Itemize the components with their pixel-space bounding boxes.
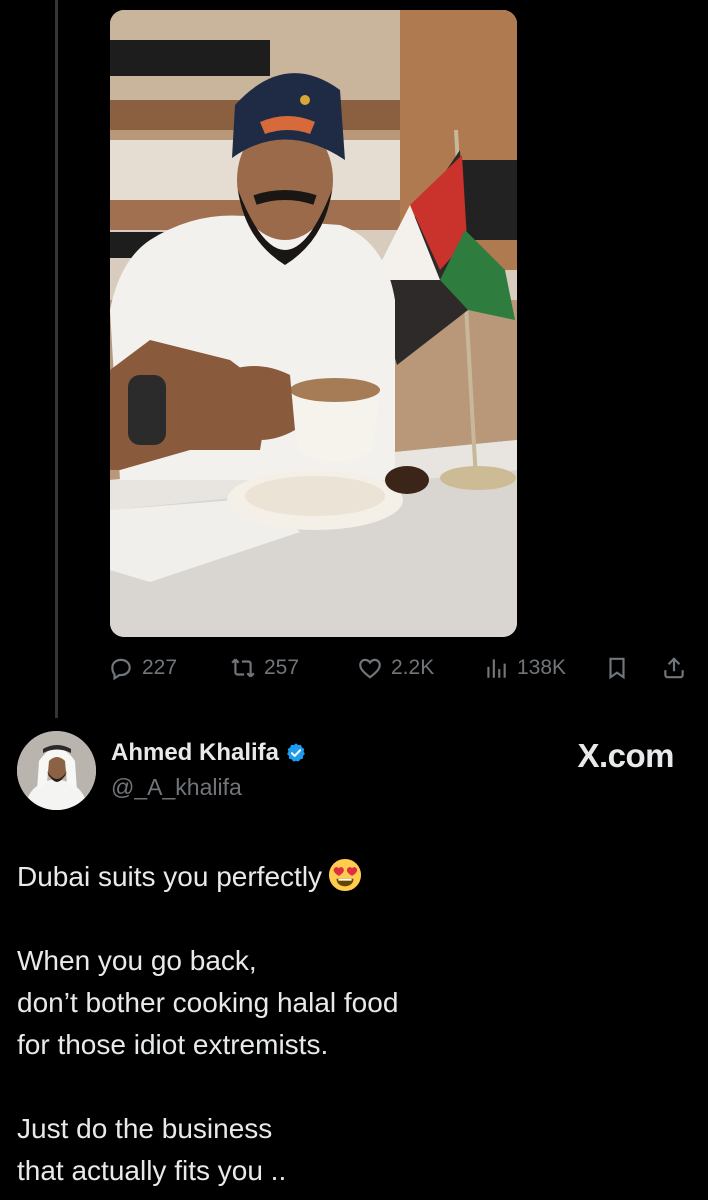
avatar[interactable] bbox=[17, 731, 96, 810]
analytics-icon bbox=[487, 659, 506, 678]
like-count: 2.2K bbox=[391, 656, 435, 679]
avatar-image bbox=[17, 731, 96, 810]
retweet-button[interactable]: 257 bbox=[230, 648, 299, 688]
tweet-photo[interactable] bbox=[110, 10, 517, 637]
bookmark-icon bbox=[609, 657, 625, 680]
heart-icon bbox=[359, 658, 381, 679]
retweet-count: 257 bbox=[264, 656, 300, 679]
like-button[interactable]: 2.2K bbox=[357, 648, 434, 688]
tweet-paragraph: Just do the business that actually fits … bbox=[17, 1108, 687, 1192]
photo-illustration bbox=[110, 10, 517, 637]
author-handle[interactable]: @_A_khalifa bbox=[111, 774, 242, 801]
tweet-text: Dubai suits you perfectly When you go ba… bbox=[17, 856, 687, 1192]
thread-connector-line bbox=[55, 0, 58, 718]
tweet-line: don’t bother cooking halal food bbox=[17, 987, 399, 1018]
reply-icon bbox=[111, 658, 131, 681]
brand-logo: X.com bbox=[577, 737, 674, 774]
retweet-icon bbox=[231, 658, 255, 678]
heart-eyes-emoji-icon bbox=[328, 858, 362, 892]
author-name-text: Ahmed Khalifa bbox=[111, 739, 280, 766]
tweet-line: for those idiot extremists. bbox=[17, 1029, 329, 1060]
tweet-line: that actually fits you .. bbox=[17, 1155, 287, 1186]
verified-badge-icon bbox=[287, 743, 305, 762]
share-icon bbox=[664, 657, 684, 679]
views-count: 138K bbox=[517, 656, 567, 679]
tweet-paragraph: Dubai suits you perfectly bbox=[17, 856, 687, 898]
reply-button[interactable]: 227 bbox=[108, 648, 177, 688]
views-button[interactable]: 138K bbox=[483, 648, 566, 688]
reply-count: 227 bbox=[142, 656, 178, 679]
tweet-line: Dubai suits you perfectly bbox=[17, 861, 323, 892]
tweet-line: Just do the business bbox=[17, 1113, 273, 1144]
bookmark-button[interactable] bbox=[604, 648, 630, 688]
tweet-action-bar: 227 257 2.2K 138K bbox=[108, 648, 698, 688]
tweet-screenshot: 227 257 2.2K 138K Ahmed Khalifa @_A_khal… bbox=[0, 0, 708, 1200]
author-name[interactable]: Ahmed Khalifa bbox=[111, 739, 307, 767]
tweet-line: When you go back, bbox=[17, 945, 257, 976]
share-button[interactable] bbox=[661, 648, 687, 688]
tweet-paragraph: When you go back, don’t bother cooking h… bbox=[17, 940, 687, 1066]
